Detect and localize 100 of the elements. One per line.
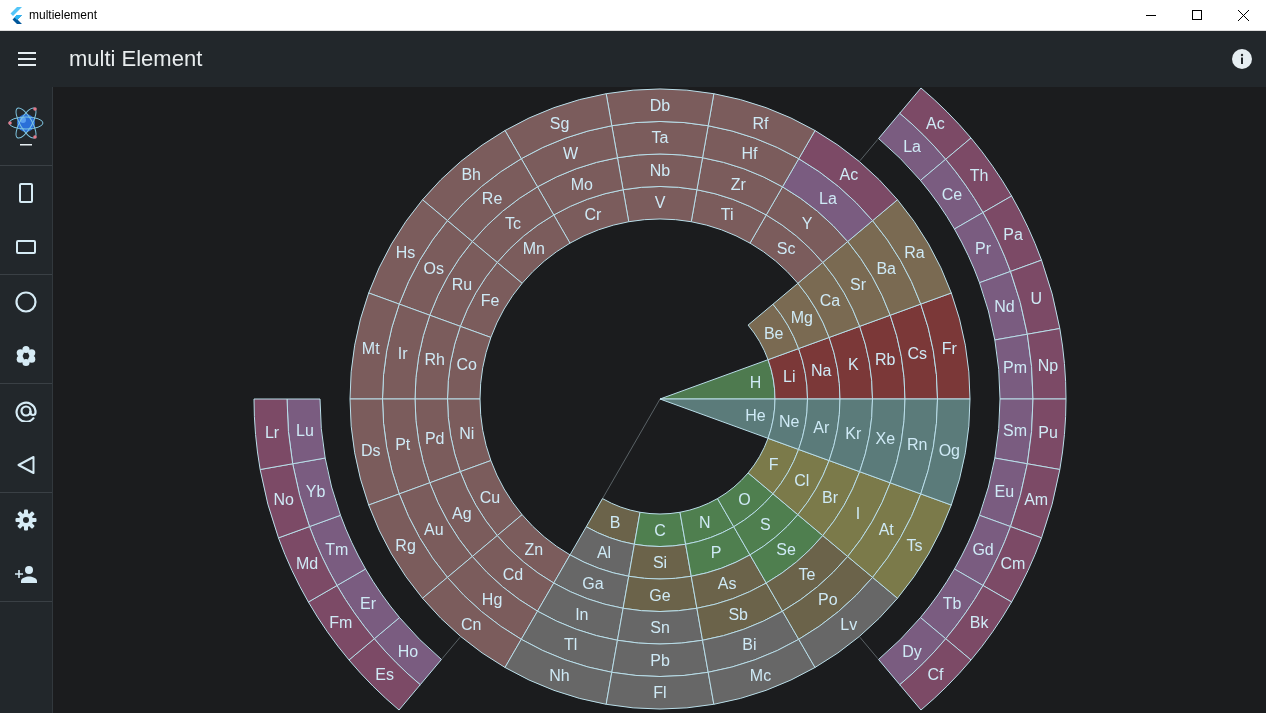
element-cell[interactable] [286, 398, 326, 465]
element-cell[interactable] [828, 398, 873, 473]
maximize-icon [1192, 10, 1202, 20]
element-cell[interactable] [496, 514, 571, 584]
element-cell[interactable] [782, 158, 874, 242]
circle-icon [15, 291, 37, 313]
app-logo-icon [9, 6, 23, 24]
element-cell[interactable] [368, 493, 448, 599]
element-cell[interactable] [446, 158, 538, 242]
element-symbol: Er [360, 595, 376, 612]
element-cell[interactable] [878, 112, 947, 181]
element-cell[interactable] [685, 526, 751, 577]
element-cell[interactable] [605, 88, 715, 127]
element-symbol: Be [763, 324, 784, 342]
element-cell[interactable] [749, 214, 824, 284]
element-cell[interactable] [504, 638, 613, 705]
element-symbol: U [1030, 289, 1042, 307]
element-cell[interactable] [765, 186, 849, 263]
leader-line [441, 636, 461, 660]
element-cell[interactable] [373, 617, 442, 686]
element-symbol: Cn [460, 615, 482, 633]
add-person-icon [14, 564, 38, 584]
element-cell[interactable] [471, 535, 555, 612]
element-symbol: F [768, 456, 779, 474]
element-cell[interactable] [899, 638, 972, 711]
element-cell[interactable] [765, 535, 849, 612]
element-cell[interactable] [553, 189, 630, 244]
element-cell[interactable] [749, 514, 824, 584]
element-symbol: Tl [563, 636, 578, 653]
element-symbol: Gd [972, 541, 994, 559]
element-cell[interactable] [471, 186, 555, 263]
element-cell[interactable] [398, 482, 473, 578]
element-cell[interactable] [878, 617, 947, 686]
element-symbol: Pd [424, 430, 445, 448]
element-symbol: W [563, 145, 579, 162]
element-symbol: Pb [650, 651, 670, 669]
element-symbol: Y [801, 215, 813, 233]
element-cell[interactable] [605, 671, 715, 710]
element-cell[interactable] [872, 199, 952, 305]
element-cell[interactable] [707, 93, 816, 160]
element-cell[interactable] [447, 325, 492, 400]
element-symbol: Ac [839, 165, 859, 183]
element-symbol: Fr [941, 339, 957, 357]
element-cell[interactable] [569, 526, 635, 577]
element-cell[interactable] [307, 585, 375, 661]
element-cell[interactable] [414, 398, 461, 484]
element-symbol: Dy [902, 642, 922, 660]
element-symbol: Sn [650, 619, 670, 637]
element-cell[interactable] [859, 398, 906, 484]
element-symbol: Th [969, 167, 989, 185]
element-cell[interactable] [899, 87, 972, 160]
element-cell[interactable] [611, 639, 709, 677]
element-symbol: He [745, 407, 766, 425]
element-symbol: Bi [742, 636, 757, 653]
element-cell[interactable] [798, 398, 841, 462]
element-symbol: Pr [975, 239, 992, 257]
element-cell[interactable] [446, 556, 538, 640]
element-symbol: Ag [452, 504, 472, 522]
element-cell[interactable] [348, 638, 421, 711]
element-cell[interactable] [1026, 398, 1067, 470]
element-symbol: Tb [942, 595, 962, 612]
element-symbol: Br [822, 488, 838, 506]
element-cell[interactable] [945, 585, 1013, 661]
element-cell[interactable] [504, 93, 613, 160]
element-cell[interactable] [1026, 328, 1067, 400]
element-symbol: Pu [1038, 424, 1058, 442]
element-cell[interactable] [782, 556, 874, 640]
element-symbol: Hf [741, 145, 758, 162]
element-cell[interactable] [616, 607, 704, 645]
element-symbol: Se [776, 540, 796, 558]
element-cell[interactable] [253, 398, 294, 470]
element-cell[interactable] [398, 220, 473, 316]
element-symbol: Co [456, 356, 477, 374]
element-cell[interactable] [717, 472, 774, 528]
element-cell[interactable] [368, 199, 448, 305]
element-cell[interactable] [872, 493, 952, 599]
element-symbol: Db [649, 96, 671, 114]
element-symbol: V [654, 194, 666, 212]
element-symbol: Rn [907, 435, 928, 453]
element-cell[interactable] [628, 543, 692, 580]
element-cell[interactable] [292, 457, 341, 528]
element-cell[interactable] [733, 493, 799, 556]
element-symbol: Cm [1000, 555, 1026, 573]
element-symbol: As [717, 574, 737, 592]
leader-line [859, 138, 879, 162]
element-cell[interactable] [496, 214, 571, 284]
element-cell[interactable] [690, 189, 767, 244]
element-symbol: Ge [649, 586, 671, 604]
element-symbol: Li [783, 367, 796, 385]
element-cell[interactable] [797, 460, 861, 537]
element-cell[interactable] [349, 292, 400, 400]
element-cell[interactable] [447, 398, 492, 473]
element-symbol: Sr [850, 276, 867, 294]
element-cell[interactable] [707, 638, 816, 705]
triangle-icon [16, 455, 36, 475]
element-symbol: K [847, 356, 859, 374]
element-cell[interactable] [847, 482, 922, 578]
element-symbol: Rh [424, 350, 445, 368]
element-cell[interactable] [611, 121, 709, 159]
element-symbol: Ar [813, 418, 830, 436]
